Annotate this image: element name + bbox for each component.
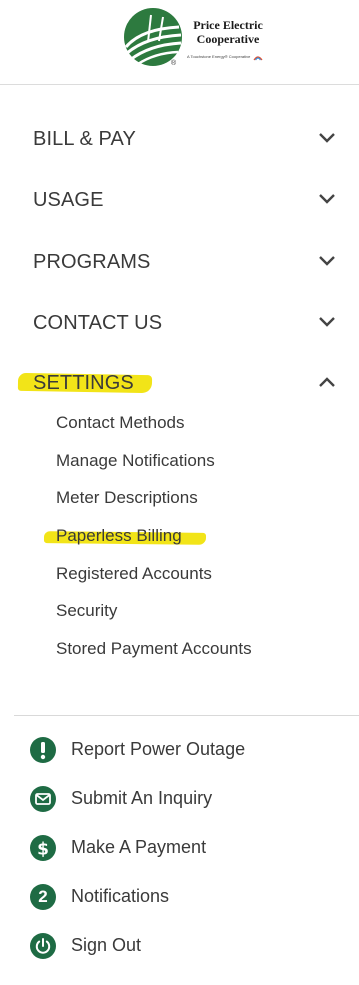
registered-mark: ® [171, 60, 177, 67]
envelope-icon [30, 786, 56, 812]
settings-contact-methods[interactable]: Contact Methods [56, 413, 185, 433]
header-logo[interactable]: Price Electric Cooperative ® A Touchston… [0, 0, 359, 85]
nav-label: PROGRAMS [33, 251, 151, 273]
settings-meter-descriptions[interactable]: Meter Descriptions [56, 488, 198, 508]
chevron-up-icon [319, 377, 335, 387]
notification-count-icon: 2 [30, 884, 56, 910]
svg-text:$: $ [37, 840, 49, 860]
nav-label: USAGE [33, 189, 104, 211]
settings-security[interactable]: Security [56, 601, 117, 621]
make-payment-link[interactable]: $ Make A Payment [0, 828, 359, 868]
action-label: Report Power Outage [71, 739, 246, 759]
nav-bill-pay[interactable]: BILL & PAY [0, 116, 359, 164]
power-icon [30, 933, 56, 959]
nav-label: CONTACT US [33, 312, 163, 334]
settings-registered-accounts[interactable]: Registered Accounts [56, 564, 212, 584]
notification-count: 2 [38, 887, 48, 906]
nav-programs[interactable]: PROGRAMS [0, 239, 359, 287]
nav-usage[interactable]: USAGE [0, 177, 359, 225]
nav-settings[interactable]: SETTINGS [0, 360, 359, 408]
nav-contact-us[interactable]: CONTACT US [0, 300, 359, 348]
chevron-down-icon [319, 317, 335, 327]
nav-label: BILL & PAY [33, 128, 136, 150]
cooperative-logo-icon [124, 8, 182, 66]
settings-paperless-billing[interactable]: Paperless Billing [56, 526, 182, 546]
chevron-down-icon [319, 194, 335, 204]
touchstone-icon [253, 56, 263, 61]
chevron-down-icon [319, 256, 335, 266]
action-label: Make A Payment [71, 837, 207, 857]
brand-name: Price Electric Cooperative [193, 18, 263, 46]
exclamation-icon [30, 737, 56, 763]
action-label: Submit An Inquiry [71, 788, 213, 808]
dollar-icon: $ [30, 835, 56, 861]
chevron-down-icon [319, 133, 335, 143]
report-power-outage-link[interactable]: Report Power Outage [0, 730, 359, 770]
action-label: Sign Out [71, 935, 142, 955]
sign-out-link[interactable]: Sign Out [0, 926, 359, 966]
settings-manage-notifications[interactable]: Manage Notifications [56, 451, 215, 471]
settings-stored-payment-accounts[interactable]: Stored Payment Accounts [56, 639, 252, 659]
brand-tagline: A Touchstone Energy® Cooperative [187, 54, 251, 59]
action-label: Notifications [71, 886, 170, 906]
submit-inquiry-link[interactable]: Submit An Inquiry [0, 779, 359, 819]
notifications-link[interactable]: 2 Notifications [0, 877, 359, 917]
divider [14, 715, 359, 716]
nav-label: SETTINGS [33, 372, 134, 394]
